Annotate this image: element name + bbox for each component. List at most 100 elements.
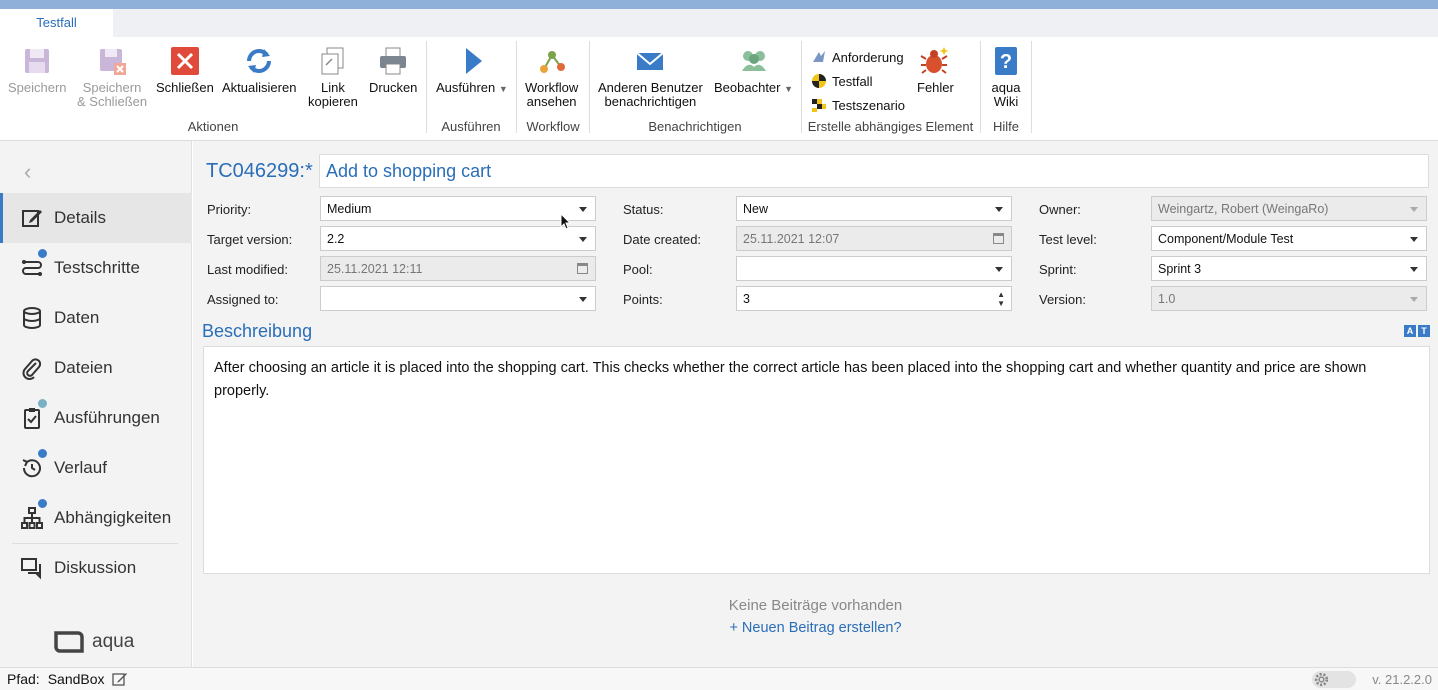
copy-link-button[interactable]: Link kopieren: [308, 45, 358, 109]
printer-icon: [380, 47, 407, 75]
chevron-down-icon: [579, 297, 587, 302]
calendar-icon: [993, 233, 1004, 244]
create-requirement-button[interactable]: Anforderung: [811, 49, 904, 65]
close-icon: [170, 47, 199, 75]
target-version-select[interactable]: 2.2: [320, 226, 596, 251]
description-editor[interactable]: After choosing an article it is placed i…: [203, 346, 1430, 574]
assigned-to-select[interactable]: [320, 286, 596, 311]
group-separator: [516, 41, 517, 133]
font-format-icon[interactable]: A: [1404, 325, 1416, 337]
wiki-label-1: aqua: [991, 80, 1021, 95]
group-separator: [426, 41, 427, 133]
group-label-workflow: Workflow: [526, 119, 580, 134]
calendar-icon: [577, 263, 588, 274]
copy-link-label-2: kopieren: [308, 94, 358, 109]
status-select[interactable]: New: [736, 196, 1012, 221]
aqua-logo: aqua: [52, 629, 134, 655]
copy-link-icon: [321, 47, 344, 75]
main-content: TC046299:* Add to shopping cart Priority…: [193, 141, 1438, 667]
watchers-button[interactable]: Beobachter ▼: [714, 45, 793, 96]
sidebar-item-details[interactable]: Details: [0, 193, 192, 243]
chevron-down-icon: [1410, 237, 1418, 242]
description-title: Beschreibung: [202, 321, 313, 341]
version-label: Version:: [1039, 292, 1086, 307]
path-value[interactable]: SandBox: [48, 671, 105, 687]
create-defect-button[interactable]: Fehler: [917, 45, 954, 95]
top-accent-bar: [0, 0, 1438, 9]
refresh-button[interactable]: Aktualisieren: [222, 45, 296, 95]
test-level-select[interactable]: Component/Module Test: [1151, 226, 1427, 251]
notification-dot: [38, 499, 47, 508]
gear-icon: [1314, 672, 1329, 687]
floppy-disk-close-icon: [100, 49, 127, 75]
chevron-down-icon: [579, 237, 587, 242]
paperclip-icon: [22, 358, 42, 380]
database-icon: [23, 307, 41, 329]
ribbon-toolbar: Speichern Speichern & Schließen Schließe…: [0, 37, 1438, 141]
refresh-label: Aktualisieren: [222, 80, 297, 95]
priority-label: Priority:: [207, 202, 252, 217]
sidebar-item-verlauf[interactable]: Verlauf: [0, 443, 192, 493]
watchers-label: Beobachter ▼: [714, 80, 794, 95]
chevron-down-icon: [1410, 267, 1418, 272]
workflow-icon: [539, 51, 565, 73]
view-workflow-button[interactable]: Workflow ansehen: [525, 45, 578, 109]
notify-other-user-button[interactable]: Anderen Benutzer benachrichtigen: [598, 45, 703, 109]
create-post-link[interactable]: + Neuen Beitrag erstellen?: [193, 620, 1438, 636]
sidebar-item-ausfuehrungen[interactable]: Ausführungen: [0, 393, 192, 443]
close-button[interactable]: Schließen: [156, 45, 214, 95]
edit-path-icon[interactable]: [111, 671, 128, 687]
date-created-field: 25.11.2021 12:07: [736, 226, 1012, 251]
create-testscenario-button[interactable]: Testszenario: [811, 97, 905, 113]
steps-icon: [22, 260, 42, 276]
save-button[interactable]: Speichern: [8, 45, 67, 95]
last-modified-label: Last modified:: [207, 262, 288, 277]
test-level-label: Test level:: [1039, 232, 1097, 247]
title-input[interactable]: Add to shopping cart: [319, 154, 1429, 188]
sidebar-item-daten[interactable]: Daten: [0, 293, 192, 343]
floppy-disk-icon: [25, 49, 50, 73]
spinner-arrows-icon[interactable]: ▲ ▼: [997, 290, 1005, 308]
testcase-id: TC046299:*: [206, 160, 313, 182]
sidebar: ‹ Details Testschritte Daten Dateien Aus…: [0, 141, 192, 667]
group-label-ausfuehren: Ausführen: [441, 119, 501, 134]
defect-label: Fehler: [917, 80, 954, 95]
no-posts-text: Keine Beiträge vorhanden: [728, 597, 903, 614]
execute-button[interactable]: Ausführen ▼: [436, 45, 508, 96]
aqua-wiki-button[interactable]: ? aqua Wiki: [990, 45, 1022, 109]
collapse-sidebar-icon[interactable]: ‹: [24, 159, 40, 184]
target-version-label: Target version:: [207, 232, 293, 247]
sidebar-item-dateien[interactable]: Dateien: [0, 343, 192, 393]
priority-select[interactable]: Medium: [320, 196, 596, 221]
group-label-benachrichtigen: Benachrichtigen: [648, 119, 742, 134]
points-stepper[interactable]: 3 ▲ ▼: [736, 286, 1012, 311]
workflow-label-2: ansehen: [526, 94, 577, 109]
owner-select: Weingartz, Robert (WeingaRo): [1151, 196, 1427, 221]
save-close-label-2: & Schließen: [77, 94, 148, 109]
pool-select[interactable]: [736, 256, 1012, 281]
sidebar-item-abhaengigkeiten[interactable]: Abhängigkeiten: [0, 493, 192, 543]
sprint-select[interactable]: Sprint 3: [1151, 256, 1427, 281]
sidebar-item-testschritte[interactable]: Testschritte: [0, 243, 192, 293]
create-testcase-button[interactable]: Testfall: [811, 73, 872, 89]
chevron-down-icon: [1410, 297, 1418, 302]
save-and-close-button[interactable]: Speichern & Schließen: [77, 45, 147, 109]
execute-label: Ausführen ▼: [436, 80, 508, 95]
print-button[interactable]: Drucken: [369, 45, 417, 95]
play-icon: [465, 48, 482, 74]
print-label: Drucken: [369, 80, 418, 95]
sidebar-item-diskussion[interactable]: Diskussion: [0, 543, 192, 593]
refresh-icon: [247, 49, 272, 73]
chevron-down-icon: [579, 207, 587, 212]
tab-testfall[interactable]: Testfall: [0, 9, 113, 37]
history-icon: [22, 459, 41, 478]
notify-label-1: Anderen Benutzer: [598, 80, 703, 95]
group-label-aktionen: Aktionen: [187, 119, 239, 134]
group-separator: [801, 41, 802, 133]
clear-format-icon[interactable]: T: [1418, 325, 1430, 337]
group-label-erstelle: Erstelle abhängiges Element: [807, 119, 974, 134]
assigned-to-label: Assigned to:: [207, 292, 279, 307]
sprint-label: Sprint:: [1039, 262, 1077, 277]
settings-toggle[interactable]: [1312, 671, 1356, 688]
breadcrumb: Pfad: SandBox: [7, 671, 128, 687]
